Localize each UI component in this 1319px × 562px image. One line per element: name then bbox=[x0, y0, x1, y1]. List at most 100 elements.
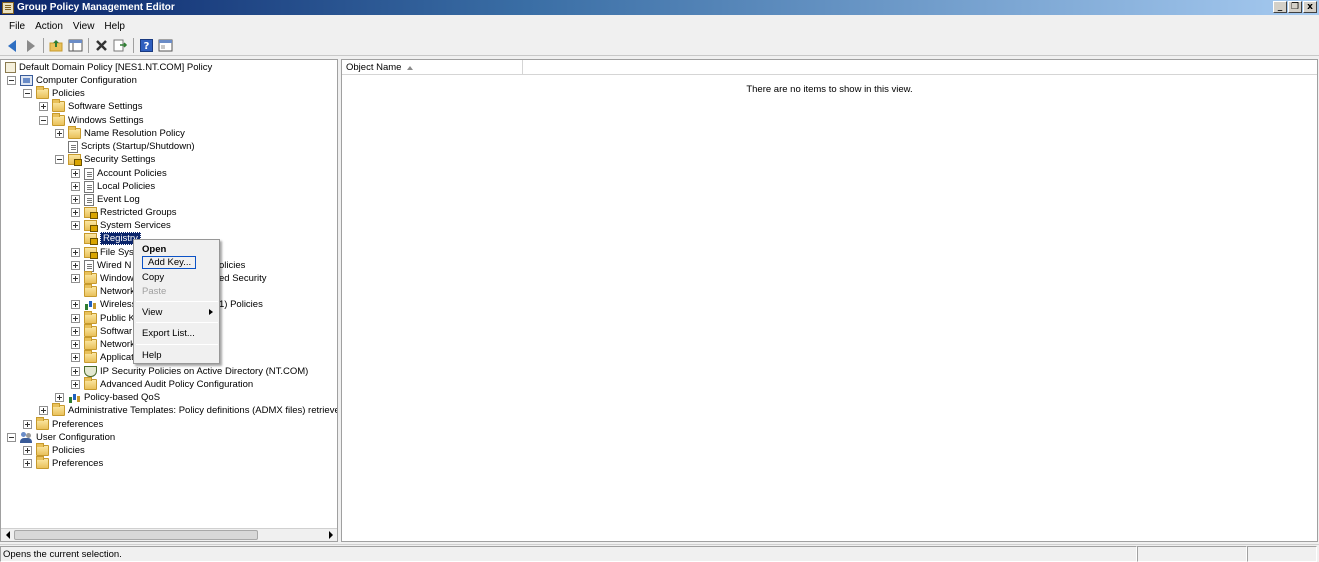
tree-node-software-restriction[interactable]: Softwar bbox=[71, 324, 132, 338]
scrollbar-thumb[interactable] bbox=[14, 530, 258, 540]
expand-icon[interactable] bbox=[23, 459, 32, 468]
bar-chart-icon bbox=[68, 392, 81, 403]
tree-label: Administrative Templates: Policy definit… bbox=[68, 405, 338, 416]
back-button[interactable] bbox=[3, 37, 20, 54]
forward-button[interactable] bbox=[22, 37, 39, 54]
tree-label-overflow: 1) Policies bbox=[219, 298, 263, 311]
expand-icon[interactable] bbox=[71, 274, 80, 283]
tree-node-administrative-templates[interactable]: Administrative Templates: Policy definit… bbox=[39, 403, 338, 417]
menu-help[interactable]: Help bbox=[99, 21, 130, 32]
column-object-name[interactable]: Object Name bbox=[342, 60, 523, 75]
tree-node-wireless[interactable]: Wireless bbox=[71, 298, 136, 311]
expand-icon[interactable] bbox=[71, 327, 80, 336]
tree-node-wired-network[interactable]: Wired N bbox=[71, 259, 131, 272]
expand-icon[interactable] bbox=[71, 300, 80, 309]
restore-button[interactable]: ❐ bbox=[1288, 1, 1302, 13]
collapse-icon[interactable] bbox=[7, 76, 16, 85]
close-button[interactable]: x bbox=[1303, 1, 1317, 13]
tree-node-event-log[interactable]: Event Log bbox=[71, 193, 140, 206]
lock-folder-icon bbox=[84, 247, 98, 259]
menu-action[interactable]: Action bbox=[30, 21, 68, 32]
expand-icon[interactable] bbox=[23, 420, 32, 429]
expand-icon[interactable] bbox=[71, 353, 80, 362]
scroll-left-button[interactable] bbox=[1, 529, 14, 541]
expand-icon[interactable] bbox=[39, 406, 48, 415]
folder-icon bbox=[84, 311, 97, 324]
expand-icon[interactable] bbox=[23, 446, 32, 455]
minimize-button[interactable]: _ bbox=[1273, 1, 1287, 13]
tree-node-computer-configuration[interactable]: Computer Configuration bbox=[7, 74, 137, 87]
menu-item-export-list[interactable]: Export List... bbox=[142, 327, 195, 339]
folder-icon bbox=[84, 324, 97, 337]
show-hide-console-tree-button[interactable] bbox=[67, 37, 84, 54]
tree-node-system-services[interactable]: System Services bbox=[71, 219, 171, 232]
tree-node-network-list[interactable]: Network bbox=[71, 284, 135, 298]
delete-button[interactable] bbox=[93, 37, 110, 54]
policy-scroll-icon bbox=[5, 62, 16, 73]
horizontal-scrollbar[interactable] bbox=[1, 528, 337, 541]
expand-icon[interactable] bbox=[71, 367, 80, 376]
expand-icon[interactable] bbox=[55, 129, 64, 138]
expand-icon[interactable] bbox=[71, 208, 80, 217]
collapse-icon[interactable] bbox=[7, 433, 16, 442]
menu-item-add-key[interactable]: Add Key... bbox=[142, 256, 197, 269]
context-menu: Open Add Key... Copy Paste View Export L… bbox=[133, 239, 220, 364]
folder-icon bbox=[36, 443, 49, 456]
properties-button[interactable] bbox=[157, 37, 174, 54]
tree-node-user-policies[interactable]: Policies bbox=[23, 443, 85, 457]
expand-icon[interactable] bbox=[71, 340, 80, 349]
tree-node-application-control[interactable]: Applicat bbox=[71, 350, 134, 364]
expand-icon[interactable] bbox=[71, 195, 80, 204]
up-one-level-button[interactable] bbox=[48, 37, 65, 54]
tree-node-advanced-audit[interactable]: Advanced Audit Policy Configuration bbox=[71, 377, 253, 391]
help-button[interactable]: ? bbox=[138, 37, 155, 54]
expand-icon[interactable] bbox=[71, 380, 80, 389]
tree-node-user-preferences[interactable]: Preferences bbox=[23, 456, 103, 470]
tree-node-account-policies[interactable]: Account Policies bbox=[71, 167, 167, 180]
collapse-icon[interactable] bbox=[23, 89, 32, 98]
tree-node-windows-settings[interactable]: Windows Settings bbox=[39, 113, 144, 127]
tree-node-local-policies[interactable]: Local Policies bbox=[71, 180, 155, 193]
delete-icon bbox=[96, 40, 107, 51]
expand-icon[interactable] bbox=[71, 221, 80, 230]
tree-node-policy-qos[interactable]: Policy-based QoS bbox=[55, 391, 160, 404]
tree-node-preferences[interactable]: Preferences bbox=[23, 417, 103, 431]
tree-node-public-key[interactable]: Public Ke bbox=[71, 311, 140, 325]
menu-item-paste[interactable]: Paste bbox=[142, 285, 166, 297]
scroll-right-button[interactable] bbox=[324, 529, 337, 541]
tree-node-root[interactable]: Default Domain Policy [NES1.NT.COM] Poli… bbox=[5, 61, 212, 74]
expand-icon[interactable] bbox=[71, 169, 80, 178]
tree-node-user-configuration[interactable]: User Configuration bbox=[7, 431, 115, 444]
tree-node-registry[interactable]: Registry bbox=[71, 232, 141, 245]
wireless-network-icon bbox=[84, 299, 97, 310]
tree-node-file-system[interactable]: File Syst bbox=[71, 246, 136, 259]
expand-icon[interactable] bbox=[71, 314, 80, 323]
tree-node-ip-security[interactable]: IP Security Policies on Active Directory… bbox=[71, 365, 308, 378]
menu-item-help[interactable]: Help bbox=[142, 349, 162, 361]
menu-item-view[interactable]: View bbox=[142, 306, 162, 318]
menu-item-copy[interactable]: Copy bbox=[142, 271, 164, 283]
tree-node-scripts[interactable]: Scripts (Startup/Shutdown) bbox=[55, 140, 195, 153]
export-list-button[interactable] bbox=[112, 37, 129, 54]
tree-label-continuation: 1) Policies bbox=[219, 299, 263, 310]
expand-icon[interactable] bbox=[71, 248, 80, 257]
expand-icon[interactable] bbox=[39, 102, 48, 111]
expand-icon[interactable] bbox=[71, 261, 80, 270]
collapse-icon[interactable] bbox=[39, 116, 48, 125]
tree-node-restricted-groups[interactable]: Restricted Groups bbox=[71, 206, 177, 219]
column-filler bbox=[523, 60, 1317, 75]
expand-icon[interactable] bbox=[55, 393, 64, 402]
menu-bar: File Action View Help bbox=[0, 17, 1319, 35]
tree-node-security-settings[interactable]: Security Settings bbox=[55, 153, 155, 166]
expand-icon[interactable] bbox=[71, 182, 80, 191]
folder-icon bbox=[36, 86, 49, 99]
menu-file[interactable]: File bbox=[4, 21, 30, 32]
collapse-icon[interactable] bbox=[55, 155, 64, 164]
menu-item-open[interactable]: Open bbox=[142, 243, 166, 255]
tree-node-windows-firewall[interactable]: Window bbox=[71, 271, 134, 285]
menu-view[interactable]: View bbox=[68, 21, 100, 32]
up-folder-icon bbox=[49, 40, 63, 52]
tree-node-software-settings[interactable]: Software Settings bbox=[39, 99, 142, 113]
tree-node-name-resolution-policy[interactable]: Name Resolution Policy bbox=[55, 126, 185, 140]
tree-node-network-access[interactable]: Network bbox=[71, 337, 135, 351]
